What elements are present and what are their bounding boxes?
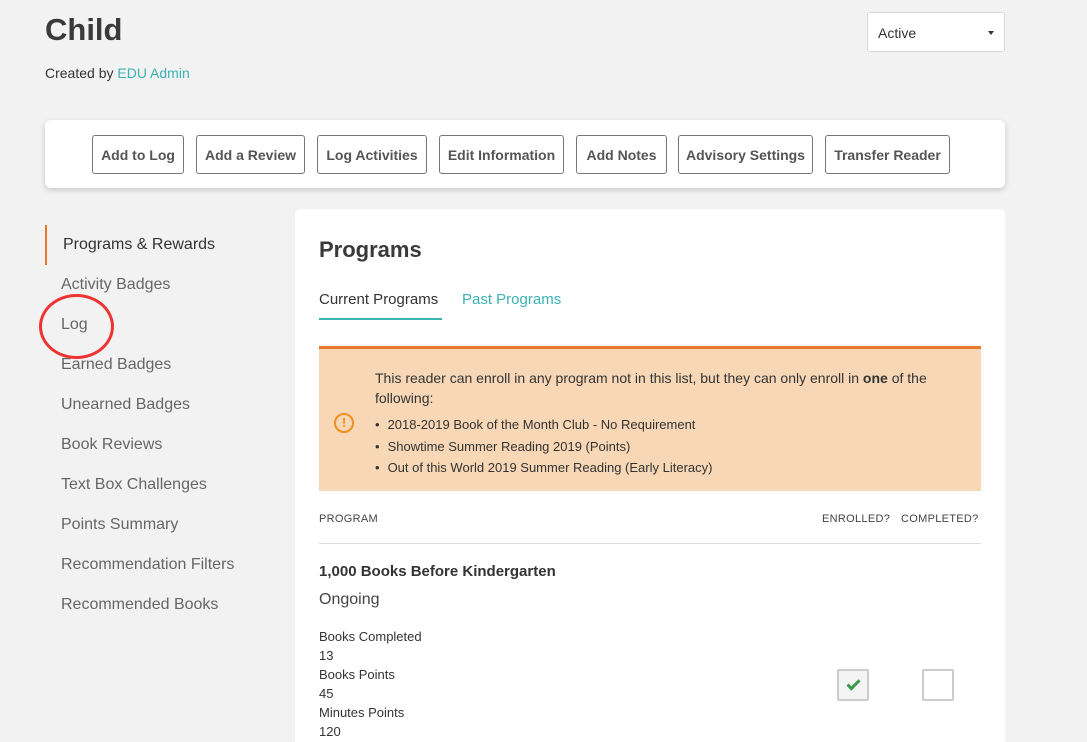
transfer-reader-button[interactable]: Transfer Reader xyxy=(825,135,950,174)
created-by: Created by EDU Admin xyxy=(45,65,190,81)
add-to-log-button[interactable]: Add to Log xyxy=(92,135,184,174)
caret-down-icon xyxy=(988,31,994,35)
stat-label: Minutes Points xyxy=(319,705,405,720)
alert-text-bold: one xyxy=(862,370,888,386)
panel-title: Programs xyxy=(319,237,422,262)
created-by-link[interactable]: EDU Admin xyxy=(117,65,189,81)
sidebar-item-text-box-challenges[interactable]: Text Box Challenges xyxy=(45,465,285,505)
list-item: Out of this World 2019 Summer Reading (E… xyxy=(375,457,713,479)
tab-past-programs[interactable]: Past Programs xyxy=(462,291,561,308)
enrollment-alert: ! This reader can enroll in any program … xyxy=(319,346,981,491)
column-header-program: PROGRAM xyxy=(319,513,378,525)
list-item: Showtime Summer Reading 2019 (Points) xyxy=(375,436,712,458)
completed-checkbox[interactable] xyxy=(922,669,954,701)
column-header-completed: COMPLETED? xyxy=(901,513,979,525)
action-toolbar: Add to Log Add a Review Log Activities E… xyxy=(45,120,1005,188)
program-name: 1,000 Books Before Kindergarten xyxy=(319,563,556,580)
divider xyxy=(319,543,981,544)
alert-message: This reader can enroll in any program no… xyxy=(375,368,965,408)
created-by-prefix: Created by xyxy=(45,65,114,81)
checkmark-icon xyxy=(845,675,861,691)
stat-value: 120 xyxy=(319,724,341,739)
status-select-value: Active xyxy=(878,25,917,41)
stat-value: 13 xyxy=(319,648,334,663)
add-review-button[interactable]: Add a Review xyxy=(196,135,305,174)
alert-program-list: 2018-2019 Book of the Month Club - No Re… xyxy=(375,414,713,479)
alert-text-before: This reader can enroll in any program no… xyxy=(375,370,863,386)
tab-current-programs[interactable]: Current Programs xyxy=(319,291,442,320)
column-header-enrolled: ENROLLED? xyxy=(822,513,891,525)
stat-value: 45 xyxy=(319,686,334,701)
sidebar-item-recommendation-filters[interactable]: Recommendation Filters xyxy=(45,545,285,585)
sidebar-item-unearned-badges[interactable]: Unearned Badges xyxy=(45,385,285,425)
sidebar-item-recommended-books[interactable]: Recommended Books xyxy=(45,585,285,625)
program-status: Ongoing xyxy=(319,591,380,608)
sidebar-item-programs-rewards[interactable]: Programs & Rewards xyxy=(45,225,285,265)
status-select[interactable]: Active xyxy=(867,12,1005,52)
sidebar-item-book-reviews[interactable]: Book Reviews xyxy=(45,425,285,465)
sidebar-item-activity-badges[interactable]: Activity Badges xyxy=(45,265,285,305)
sidebar-item-points-summary[interactable]: Points Summary xyxy=(45,505,285,545)
sidebar-item-earned-badges[interactable]: Earned Badges xyxy=(45,345,285,385)
edit-information-button[interactable]: Edit Information xyxy=(439,135,564,174)
page-title: Child xyxy=(45,12,123,47)
add-notes-button[interactable]: Add Notes xyxy=(576,135,667,174)
programs-panel: Programs Current Programs Past Programs … xyxy=(295,209,1005,742)
advisory-settings-button[interactable]: Advisory Settings xyxy=(678,135,813,174)
enrolled-checkbox[interactable] xyxy=(837,669,869,701)
exclamation-circle-icon: ! xyxy=(334,413,354,433)
sidebar-nav: Programs & Rewards Activity Badges Log E… xyxy=(45,225,285,625)
sidebar-item-log[interactable]: Log xyxy=(45,305,285,345)
log-activities-button[interactable]: Log Activities xyxy=(317,135,427,174)
stat-label: Books Completed xyxy=(319,629,422,644)
stat-label: Books Points xyxy=(319,667,395,682)
list-item: 2018-2019 Book of the Month Club - No Re… xyxy=(375,414,712,436)
